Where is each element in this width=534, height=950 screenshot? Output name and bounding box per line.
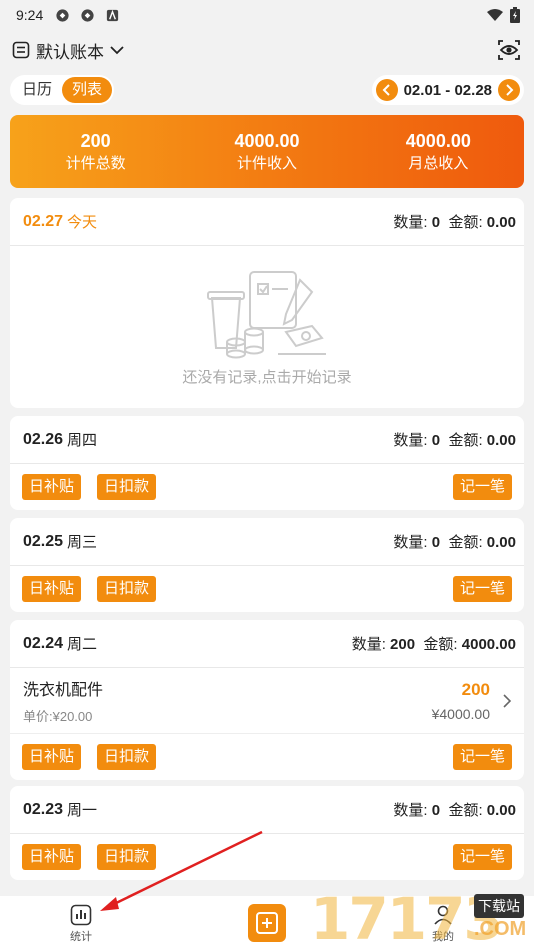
prev-range-button[interactable] bbox=[375, 79, 398, 101]
book-icon bbox=[12, 41, 30, 59]
day-actions: 日补贴 日扣款 记一笔 bbox=[10, 566, 524, 612]
day-card-header: 02.23 周一 数量: 0 金额: 0.00 bbox=[10, 786, 524, 834]
add-record-button[interactable]: 记一笔 bbox=[452, 474, 512, 500]
monthly-income-value: 4000.00 bbox=[405, 130, 471, 151]
record-item-amount: ¥4000.00 bbox=[431, 705, 490, 722]
day-card: 02.24 周二 数量: 200 金额: 4000.00 洗衣机配件 单价:¥2… bbox=[10, 620, 524, 780]
day-card-header: 02.24 周二 数量: 200 金额: 4000.00 bbox=[10, 620, 524, 668]
day-date: 02.25 bbox=[23, 532, 64, 550]
empty-records-illustration-icon bbox=[207, 271, 326, 359]
day-weekday: 周一 bbox=[67, 802, 98, 819]
next-range-button[interactable] bbox=[498, 79, 520, 101]
battery-icon bbox=[510, 7, 520, 23]
day-card-header: 02.27 今天 数量: 0 金额: 0.00 bbox=[10, 198, 524, 246]
view-toggle: 日历 列表 bbox=[10, 75, 115, 105]
day-weekday: 今天 bbox=[67, 214, 98, 231]
day-stats: 数量: 200 金额: 4000.00 bbox=[351, 636, 516, 653]
summary-piece-income: 4000.00 计件收入 bbox=[181, 129, 352, 175]
tab-calendar[interactable]: 日历 bbox=[12, 77, 62, 103]
record-item[interactable]: 洗衣机配件 单价:¥20.00 200 ¥4000.00 bbox=[10, 668, 524, 734]
empty-state[interactable]: 还没有记录,点击开始记录 bbox=[10, 246, 524, 408]
notification-icon bbox=[56, 8, 69, 22]
status-right bbox=[486, 7, 520, 23]
day-card-header: 02.25 周三 数量: 0 金额: 0.00 bbox=[10, 518, 524, 566]
piece-income-label: 计件收入 bbox=[236, 154, 297, 172]
empty-message: 还没有记录,点击开始记录 bbox=[182, 369, 352, 386]
daily-subsidy-button[interactable]: 日补贴 bbox=[22, 744, 82, 770]
notification-icon bbox=[81, 8, 94, 22]
count-value: 200 bbox=[80, 130, 111, 151]
chevron-right-icon bbox=[503, 693, 512, 708]
day-date: 02.23 bbox=[23, 800, 64, 818]
chevron-left-icon bbox=[382, 84, 390, 96]
day-weekday: 周二 bbox=[67, 636, 98, 653]
summary-count: 200 计件总数 bbox=[10, 129, 181, 175]
day-card: 02.26 周四 数量: 0 金额: 0.00 日补贴 日扣款 记一笔 bbox=[10, 416, 524, 510]
piece-income-value: 4000.00 bbox=[234, 130, 300, 151]
chevron-down-icon bbox=[110, 46, 124, 55]
count-label: 计件总数 bbox=[65, 154, 126, 172]
day-stats: 数量: 0 金额: 0.00 bbox=[393, 802, 516, 819]
day-actions: 日补贴 日扣款 记一笔 bbox=[10, 464, 524, 510]
nav-add-button[interactable] bbox=[248, 904, 286, 942]
record-item-quantity: 200 bbox=[461, 679, 490, 699]
day-actions: 日补贴 日扣款 记一笔 bbox=[10, 834, 524, 880]
day-weekday: 周三 bbox=[67, 534, 98, 551]
summary-monthly-income: 4000.00 月总收入 bbox=[353, 129, 524, 175]
daily-deduction-button[interactable]: 日扣款 bbox=[97, 844, 157, 870]
add-record-button[interactable]: 记一笔 bbox=[452, 744, 512, 770]
day-card: 02.27 今天 数量: 0 金额: 0.00 还没有记录,点击开始记录 bbox=[10, 198, 524, 408]
date-range-selector: 02.01 - 02.28 bbox=[371, 75, 524, 105]
stats-icon bbox=[70, 904, 92, 926]
daily-subsidy-button[interactable]: 日补贴 bbox=[22, 576, 82, 602]
add-record-button[interactable]: 记一笔 bbox=[452, 576, 512, 602]
status-bar: 9:24 bbox=[0, 0, 534, 30]
chevron-right-icon bbox=[506, 84, 514, 96]
monthly-income-label: 月总收入 bbox=[408, 154, 469, 172]
nav-stats-label: 统计 bbox=[70, 931, 92, 943]
nav-stats[interactable]: 统计 bbox=[70, 904, 92, 944]
record-item-name: 洗衣机配件 bbox=[23, 682, 104, 699]
day-date: 02.27 bbox=[23, 212, 64, 230]
status-time: 9:24 bbox=[16, 7, 44, 23]
day-date: 02.24 bbox=[23, 634, 64, 652]
day-weekday: 周四 bbox=[67, 432, 98, 449]
daily-subsidy-button[interactable]: 日补贴 bbox=[22, 474, 82, 500]
day-card: 02.23 周一 数量: 0 金额: 0.00 日补贴 日扣款 记一笔 bbox=[10, 786, 524, 880]
add-icon bbox=[256, 912, 278, 934]
record-item-values: 200 ¥4000.00 bbox=[432, 680, 490, 722]
account-book-title: 默认账本 bbox=[36, 42, 104, 62]
tab-list[interactable]: 列表 bbox=[62, 77, 113, 103]
view-toggle-row: 日历 列表 02.01 - 02.28 bbox=[0, 74, 534, 106]
daily-deduction-button[interactable]: 日扣款 bbox=[97, 576, 157, 602]
app-notification-icon bbox=[107, 9, 119, 21]
eye-icon[interactable] bbox=[496, 37, 522, 63]
day-date: 02.26 bbox=[23, 430, 64, 448]
account-book-selector[interactable]: 默认账本 bbox=[12, 38, 124, 63]
record-item-info: 洗衣机配件 单价:¥20.00 bbox=[23, 676, 103, 725]
day-actions: 日补贴 日扣款 记一笔 bbox=[10, 734, 524, 780]
date-range-text: 02.01 - 02.28 bbox=[403, 81, 492, 99]
day-stats: 数量: 0 金额: 0.00 bbox=[393, 214, 516, 231]
add-record-button[interactable]: 记一笔 bbox=[452, 844, 512, 870]
header: 默认账本 bbox=[0, 30, 534, 70]
day-stats: 数量: 0 金额: 0.00 bbox=[393, 432, 516, 449]
daily-subsidy-button[interactable]: 日补贴 bbox=[22, 844, 82, 870]
day-card-header: 02.26 周四 数量: 0 金额: 0.00 bbox=[10, 416, 524, 464]
day-card: 02.25 周三 数量: 0 金额: 0.00 日补贴 日扣款 记一笔 bbox=[10, 518, 524, 612]
summary-banner: 200 计件总数 4000.00 计件收入 4000.00 月总收入 bbox=[10, 115, 524, 188]
watermark-tag: 下载站 bbox=[474, 894, 524, 918]
daily-deduction-button[interactable]: 日扣款 bbox=[97, 744, 157, 770]
record-item-unit-price: 单价:¥20.00 bbox=[23, 709, 93, 724]
watermark-domain: .COM bbox=[474, 918, 527, 940]
daily-deduction-button[interactable]: 日扣款 bbox=[97, 474, 157, 500]
wifi-icon bbox=[487, 9, 503, 21]
day-stats: 数量: 0 金额: 0.00 bbox=[393, 534, 516, 551]
